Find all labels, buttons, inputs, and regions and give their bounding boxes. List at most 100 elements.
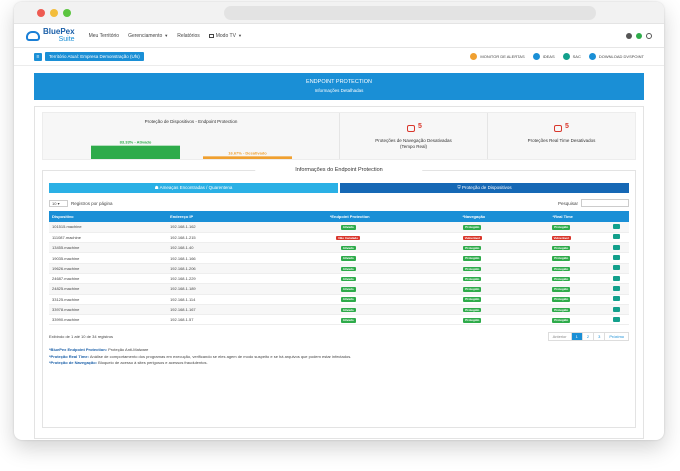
column-header-1[interactable]: Endereço IP [167,211,271,222]
status-badge: Ativado [340,225,356,230]
device-details-icon[interactable] [612,244,620,250]
status-badge: Ativado [340,318,356,323]
calendar-alert-icon [554,125,562,132]
device-cell: 24825.machine [49,283,168,295]
quick-link-icon [588,53,596,60]
page-length-label: Registros por página [71,200,113,206]
action-cell [603,314,629,326]
page-button-0[interactable]: Anterior [549,332,572,340]
device-details-icon[interactable] [612,255,620,261]
ip-cell: 192.168.1.167 [167,304,271,316]
ip-cell: 192.168.1.40 [167,242,271,254]
table-row: 19035.machine 192.168.1.166 Ativado Protegi… [49,252,629,264]
device-details-icon[interactable] [612,285,620,291]
status-badge: Protegido [463,287,482,292]
ip-cell: 192.168.1.206 [167,263,271,274]
tab-device-protection[interactable]: ⛨ Proteção de Dispositivos [340,183,629,193]
address-bar[interactable] [224,6,596,20]
quick-link-1[interactable]: IDEAS [532,53,555,60]
realtime-status-cell: Protegido [518,283,604,295]
page-length-select[interactable]: 10 ▾ [49,199,68,207]
endpoint-status-cell: Ativado [270,283,426,295]
endpoint-status-cell: Ativado [270,263,426,274]
quick-link-icon [562,53,570,60]
chart-title: Proteção de Dispositivos - Endpoint Prot… [144,119,238,124]
column-header-3[interactable]: *Navegação [425,211,519,222]
device-details-icon[interactable] [612,306,620,312]
chevron-down-icon: ▼ [164,33,169,38]
quick-link-3[interactable]: DOWNLOAD DVSPOINT [588,53,644,60]
endpoint-info-section: Informações do Endpoint Protection ☗ Ame… [42,167,636,428]
user-icon[interactable] [646,32,652,39]
nav-item-0[interactable]: Meu Território [89,33,119,39]
stat-count-realtime: 5 [565,123,569,130]
navigation-status-cell: Protegido [425,222,519,233]
search-input[interactable] [581,199,629,207]
minimize-window-button[interactable] [50,9,58,17]
status-badge: Protegido [463,225,482,230]
page-button-2[interactable]: 2 [583,332,595,340]
page-subtitle: Informações Detalhadas [314,88,364,93]
page-button-1[interactable]: 1 [571,332,583,340]
table-footer: Exibindo de 1 até 10 de 34 registros Ant… [49,331,629,341]
pagination: Anterior 1 2 3 Próximo [547,331,629,341]
navigation-status-cell: Protegido [425,294,519,305]
bar-label-desativado: 16.67% - Desativado [228,150,267,155]
nav-item-1[interactable]: Gerenciamento ▼ [128,33,168,39]
column-header-2[interactable]: *Endpoint Protection [270,211,426,222]
brand-suite: Suite [58,35,75,43]
device-details-icon[interactable] [612,223,620,229]
status-badge: Protegido [552,297,571,302]
device-cell: 111087.machine [49,232,168,244]
nav-item-3[interactable]: Modo TV ▼ [208,33,242,39]
action-cell [603,252,629,264]
status-badge: Vulnerável [462,235,482,241]
device-details-icon[interactable] [612,234,620,240]
bar-desativado [203,156,292,159]
device-details-icon[interactable] [612,265,620,271]
tab-threats[interactable]: ☗ Ameaças Encontradas / Quarentena [49,183,338,193]
territory-button[interactable]: Território Atual: Empresa Demonstração (… [45,52,144,61]
shield-alert-icon [407,125,415,132]
navigation-status-cell: Protegido [425,263,519,274]
page-button-4[interactable]: Próximo [605,333,628,340]
browser-chrome [14,2,664,24]
status-badge: Vulnerável [551,235,571,241]
bell-icon[interactable] [626,32,632,39]
stat-label-navigation: Proteções de Navegação Desativadas (Tempo… [375,138,452,149]
device-cell: 19626.machine [49,263,168,274]
ip-cell: 192.168.1.57 [167,314,271,326]
status-badge: Protegido [552,266,571,272]
tab-bar: ☗ Ameaças Encontradas / Quarentena ⛨ Pro… [49,183,629,193]
device-details-icon[interactable] [612,275,620,281]
status-badge: Protegido [552,245,571,251]
nav-item-2[interactable]: Relatórios [177,33,200,39]
navigation-status-cell: Protegido [425,252,519,264]
navigation-status-cell: Protegido [425,304,519,316]
status-badge: Ativado [340,307,356,313]
top-navigation: BluePex Suite Meu Território Gerenciament… [14,24,664,48]
maximize-window-button[interactable] [63,9,71,17]
status-badge: Ativado [340,276,356,282]
device-details-icon[interactable] [612,296,620,302]
cloud-icon [26,30,40,41]
protection-chart: Proteção de Dispositivos - Endpoint Prot… [43,113,340,159]
page-button-3[interactable]: 3 [594,332,606,340]
quick-link-2[interactable]: SAC [562,53,581,60]
status-icon[interactable] [636,32,642,39]
bluepex-logo[interactable]: BluePex Suite [26,27,75,44]
endpoint-status-cell: Ativado [270,252,426,264]
close-window-button[interactable] [37,9,45,17]
table-row: 19626.machine 192.168.1.206 Ativado Protegi… [49,263,629,274]
quick-link-0[interactable]: MONITOR DE ALERTAS [470,53,525,60]
endpoint-status-cell: Ativado [270,314,426,326]
column-header-4[interactable]: *Real Time [518,211,604,222]
device-details-icon[interactable] [612,316,620,322]
device-cell: 13455.machine [49,242,168,254]
bar-label-ativado: 83.33% - Ativado [120,140,152,145]
table-row: 33978.machine 192.168.1.167 Ativado Protegi… [49,304,629,316]
column-header-5[interactable] [603,211,629,222]
column-header-0[interactable]: Dispositivo [49,211,168,222]
menu-toggle-button[interactable]: ≡ [34,52,42,61]
sub-toolbar: ≡ Território Atual: Empresa Demonstração… [14,48,664,66]
